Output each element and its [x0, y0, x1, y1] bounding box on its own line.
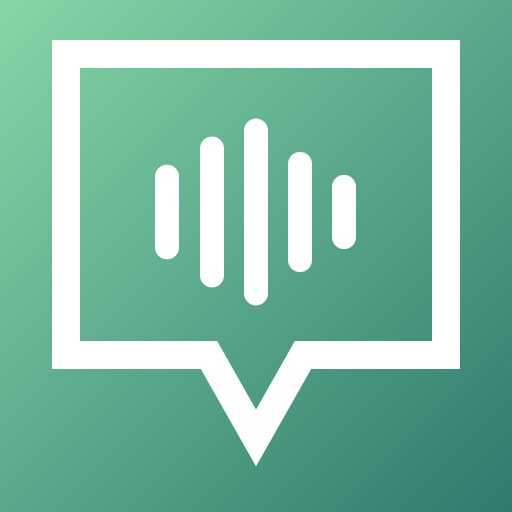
waveform-bar — [288, 151, 312, 273]
waveform-bar — [155, 164, 179, 260]
waveform-bar — [332, 174, 356, 250]
voice-message-icon — [52, 40, 460, 467]
waveform-bar — [244, 118, 268, 306]
audio-waveform-icon — [155, 118, 356, 306]
app-icon — [0, 0, 512, 512]
waveform-bar — [200, 136, 224, 288]
